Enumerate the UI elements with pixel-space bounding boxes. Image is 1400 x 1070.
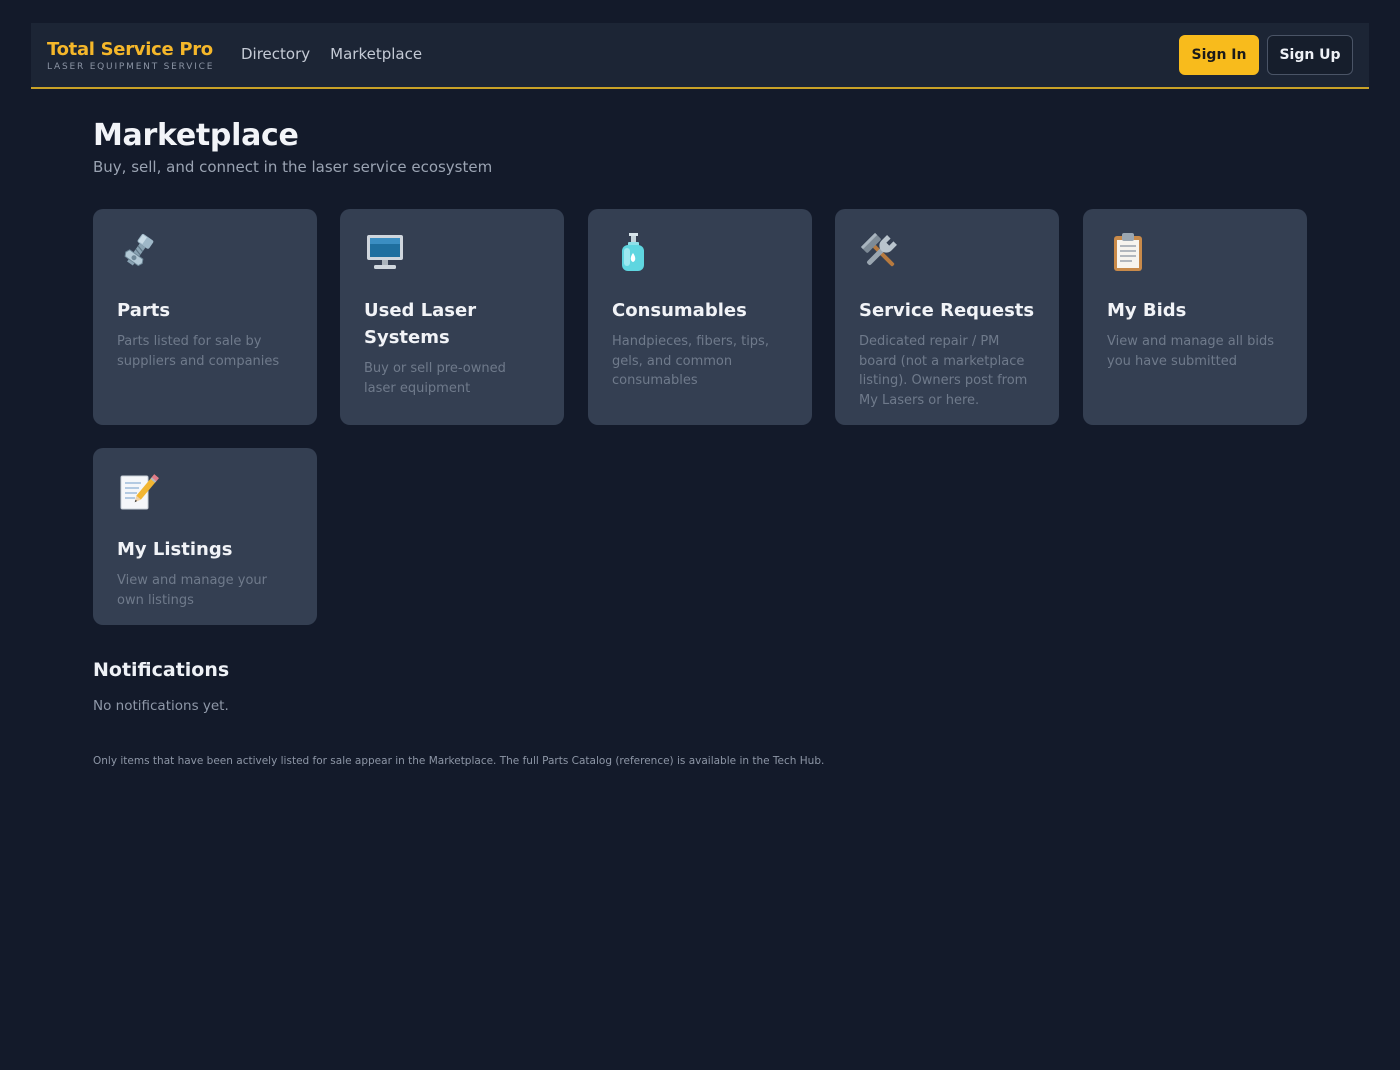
card-title: My Bids	[1107, 300, 1187, 321]
card-description: Dedicated repair / PM board (not a marke…	[859, 334, 1028, 408]
nut-and-bolt-icon	[124, 234, 154, 267]
card-title: Consumables	[612, 300, 747, 321]
top-navbar: Total Service Pro LASER EQUIPMENT SERVIC…	[31, 23, 1369, 89]
sign-up-button[interactable]: Sign Up	[1267, 35, 1353, 75]
notifications-empty-text: No notifications yet.	[93, 698, 229, 714]
nav-links: Directory Marketplace	[241, 45, 422, 63]
card-my-bids[interactable]: My Bids View and manage all bids you hav…	[1083, 209, 1307, 425]
clipboard-icon	[1114, 233, 1142, 271]
memo-icon	[120, 474, 159, 510]
sign-in-button[interactable]: Sign In	[1179, 35, 1259, 75]
desktop-computer-icon	[367, 235, 403, 269]
marketplace-footnote: Only items that have been actively liste…	[93, 755, 825, 767]
brand-title: Total Service Pro	[47, 39, 213, 60]
card-description: Parts listed for sale by suppliers and c…	[117, 334, 280, 369]
notifications-section: Notifications No notifications yet.	[93, 657, 1307, 715]
brand-subtitle: LASER EQUIPMENT SERVICE	[47, 62, 215, 72]
hammer-and-wrench-icon	[860, 232, 897, 267]
card-my-listings[interactable]: My Listings View and manage your own lis…	[93, 448, 317, 625]
card-title: My Listings	[117, 539, 233, 560]
main-content: Marketplace Buy, sell, and connect in th…	[93, 118, 1307, 625]
page-subtitle: Buy, sell, and connect in the laser serv…	[93, 158, 493, 176]
card-title: Parts	[117, 300, 171, 321]
card-description: Handpieces, fibers, tips, gels, and comm…	[612, 334, 769, 388]
brand-logo[interactable]: Total Service Pro LASER EQUIPMENT SERVIC…	[47, 40, 214, 73]
card-parts[interactable]: Parts Parts listed for sale by suppliers…	[93, 209, 317, 425]
card-service-requests[interactable]: Service Requests Dedicated repair / PM b…	[835, 209, 1059, 425]
nav-link-directory[interactable]: Directory	[241, 45, 310, 63]
card-description: View and manage your own listings	[117, 573, 268, 608]
nav-link-marketplace[interactable]: Marketplace	[330, 45, 422, 63]
page-title: Marketplace	[93, 118, 299, 153]
card-used-laser-systems[interactable]: Used Laser Systems Buy or sell pre-owned…	[340, 209, 564, 425]
card-title: Used Laser Systems	[364, 300, 477, 348]
auth-actions: Sign In Sign Up	[1179, 35, 1353, 75]
lotion-bottle-icon	[622, 233, 644, 271]
notifications-title: Notifications	[93, 659, 230, 681]
card-consumables[interactable]: Consumables Handpieces, fibers, tips, ge…	[588, 209, 812, 425]
card-description: View and manage all bids you have submit…	[1107, 334, 1275, 369]
card-title: Service Requests	[859, 300, 1035, 321]
card-description: Buy or sell pre-owned laser equipment	[364, 361, 506, 396]
